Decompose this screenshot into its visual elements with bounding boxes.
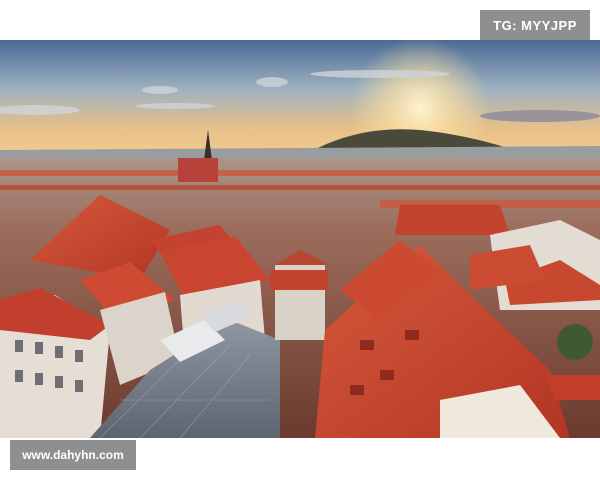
watermark-site-badge: www.dahyhn.com: [10, 440, 136, 470]
city-rooftops-photo: [0, 40, 600, 438]
watermark-tag-badge: TG: MYYJPP: [480, 10, 590, 40]
